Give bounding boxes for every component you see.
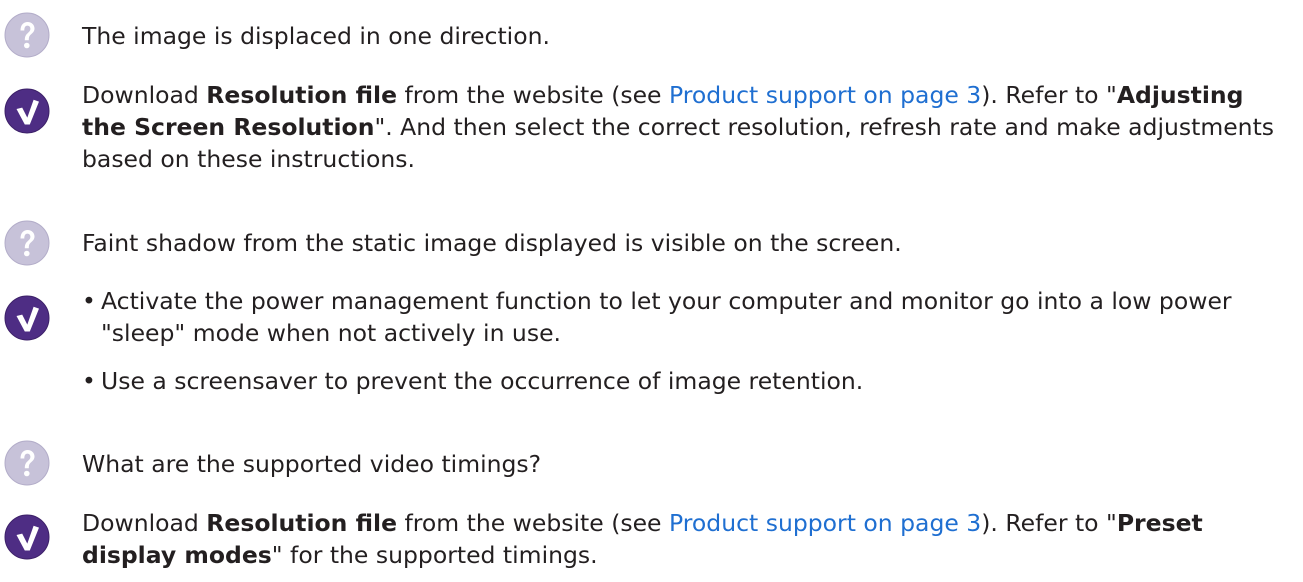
question-2-text: Faint shadow from the static image displ… xyxy=(82,229,902,257)
question-3-text: What are the supported video timings? xyxy=(82,450,542,478)
question-mark-icon xyxy=(4,12,50,58)
product-support-link[interactable]: Product support on page 3 xyxy=(669,509,981,537)
bullet-item: • Use a screensaver to prevent the occur… xyxy=(82,367,864,395)
answer-text: Download Resolution file from the websit… xyxy=(82,81,1275,173)
checkmark-icon xyxy=(4,514,50,560)
question-mark-icon xyxy=(4,440,50,486)
answer-text: Download Resolution file from the websit… xyxy=(82,509,1203,569)
bullet-icon: • xyxy=(82,367,96,395)
question-text: What are the supported video timings? xyxy=(82,448,1291,480)
bullet-item: • Activate the power management function… xyxy=(82,287,1232,347)
question-text: The image is displaced in one direction. xyxy=(82,20,1291,52)
faq-page: { "faq": [ { "question": "The image is d… xyxy=(0,0,1303,582)
question-1-text: The image is displaced in one direction. xyxy=(82,22,550,50)
resolution-file-label: Resolution file xyxy=(206,509,398,537)
checkmark-icon xyxy=(4,295,50,341)
resolution-file-label: Resolution file xyxy=(206,81,398,109)
checkmark-icon xyxy=(4,88,50,134)
question-mark-icon xyxy=(4,220,50,266)
question-text: Faint shadow from the static image displ… xyxy=(82,227,1291,259)
product-support-link[interactable]: Product support on page 3 xyxy=(669,81,981,109)
bullet-icon: • xyxy=(82,287,96,315)
